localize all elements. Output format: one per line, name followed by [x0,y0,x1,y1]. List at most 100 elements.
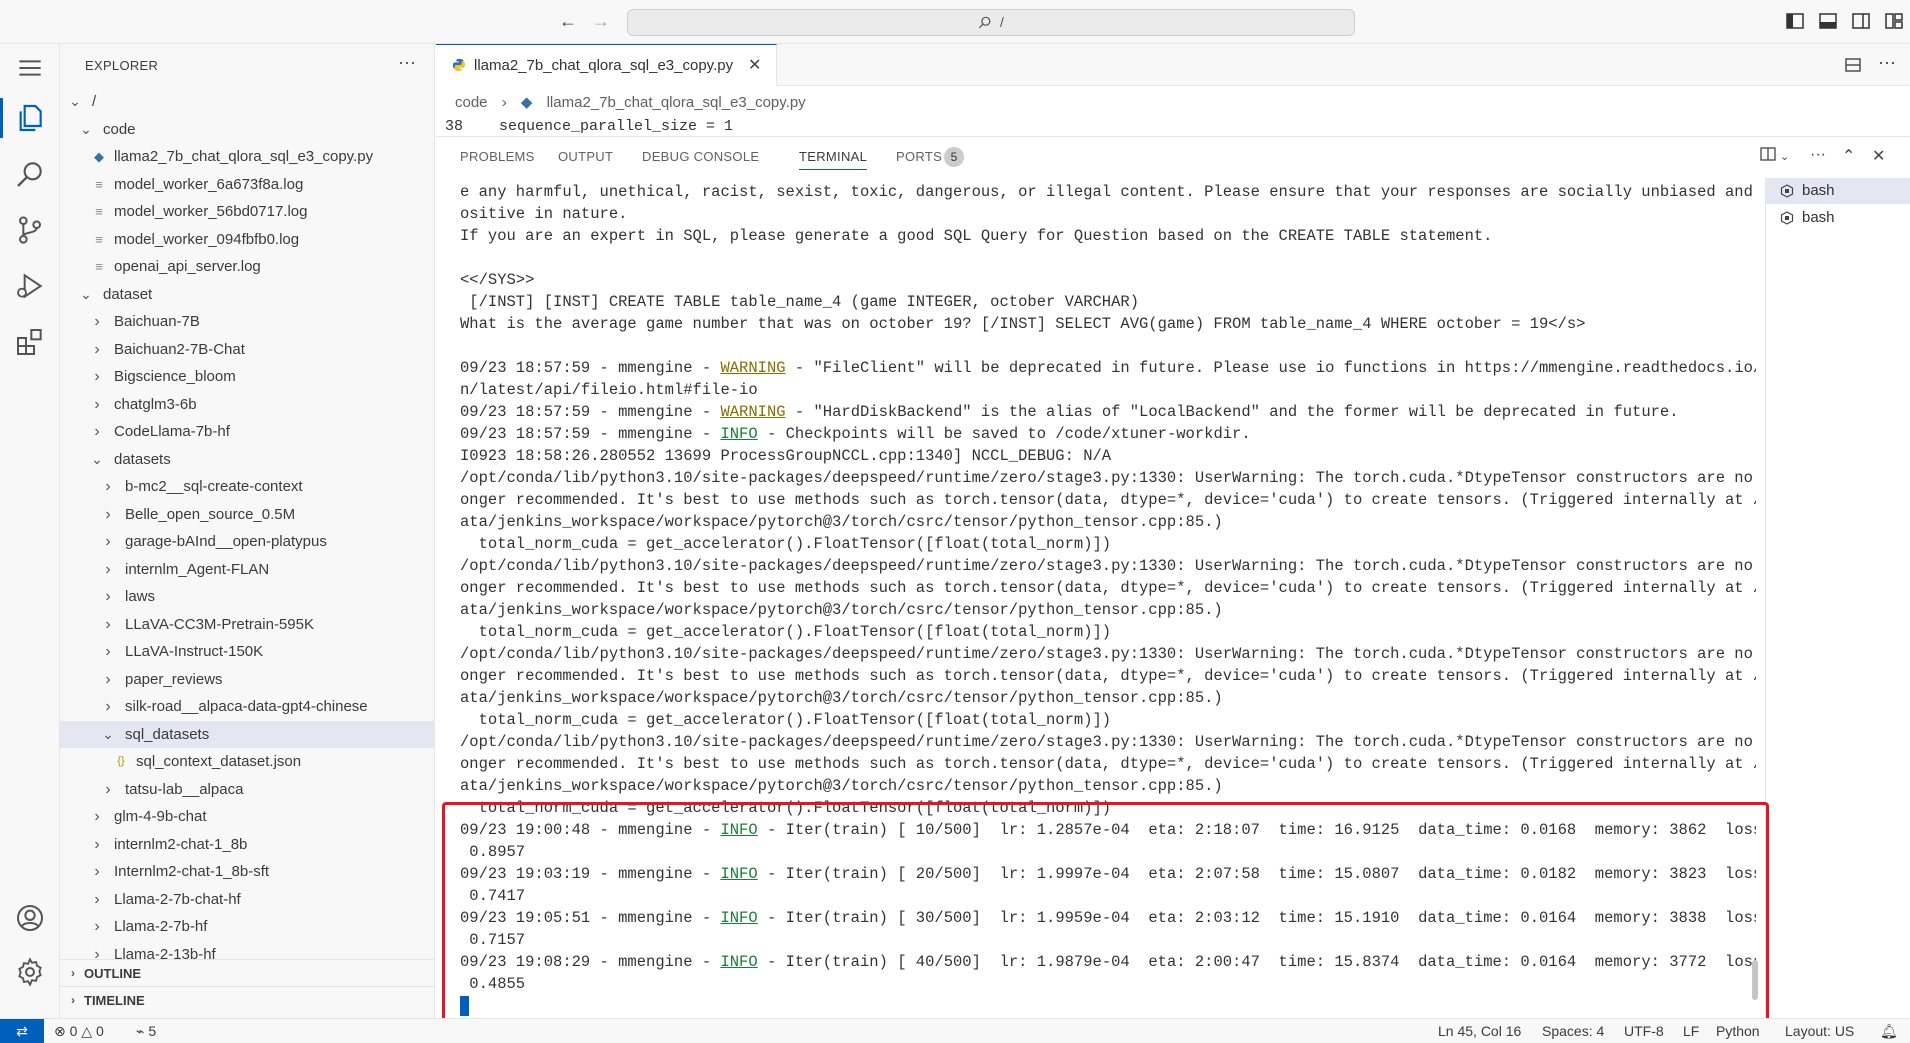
tree-item[interactable]: › Baichuan2-7B-Chat [60,336,434,363]
tab-terminal[interactable]: TERMINAL [799,149,868,170]
terminal-scrollbar[interactable] [1752,960,1758,1000]
tree-item[interactable]: › Llama-2-7b-chat-hf [60,886,434,913]
terminal-bash-icon [1780,184,1794,198]
tree-item[interactable]: › internlm2-chat-1_8b [60,831,434,858]
accounts-icon[interactable] [0,894,60,942]
run-debug-icon[interactable] [0,262,60,310]
bottom-panel: PROBLEMS OUTPUT DEBUG CONSOLE TERMINAL P… [436,136,1910,1018]
tree-item[interactable]: › chatglm3-6b [60,391,434,418]
cursor-position[interactable]: Ln 45, Col 16 [1438,1023,1521,1039]
tree-item[interactable]: › b-mc2__sql-create-context [60,473,434,500]
toggle-secondary-sidebar-icon[interactable] [1851,11,1871,31]
terminal-output[interactable]: e any harmful, unethical, racist, sexist… [460,181,1756,1021]
chevron-right-icon: › [94,423,100,440]
tree-item[interactable]: › internlm_Agent-FLAN [60,556,434,583]
tree-item[interactable]: ⌄ sql_datasets [60,720,434,748]
log-level: INFO [720,865,758,883]
log-level: WARNING [720,359,786,377]
chevron-right-icon: › [501,94,507,111]
ports-status[interactable]: ⌁ 5 [136,1023,156,1040]
tree-item[interactable]: › LLaVA-Instruct-150K [60,638,434,665]
terminal-item-2[interactable]: bash [1766,205,1910,231]
settings-gear-icon[interactable] [0,948,60,996]
tab-ports[interactable]: PORTS [896,149,942,164]
end-of-line[interactable]: LF [1683,1023,1699,1039]
tree-item[interactable]: › laws [60,583,434,610]
tree-item-label: Internlm2-chat-1_8b-sft [114,863,270,880]
tree-item-label: CodeLlama-7b-hf [114,423,230,440]
tree-item[interactable]: ≡ openai_api_server.log [60,253,434,280]
terminal-line: <</SYS>> [460,271,535,289]
chevron-right-icon: › [105,670,111,688]
customize-layout-icon[interactable] [1884,11,1904,31]
terminal-line: ata/jenkins_workspace/workspace/pytorch@… [460,601,1223,619]
tree-item[interactable]: › Bigscience_bloom [60,363,434,390]
chevron-down-icon[interactable]: ⌄ [1780,150,1789,163]
tab-problems[interactable]: PROBLEMS [460,149,535,164]
tab-debug-console[interactable]: DEBUG CONSOLE [642,149,759,164]
tree-item[interactable]: ⌄ dataset [60,281,434,308]
command-center-search[interactable]: / [627,9,1355,36]
toggle-primary-sidebar-icon[interactable] [1785,11,1805,31]
maximize-panel-icon[interactable]: ⌃ [1842,146,1855,166]
explorer-icon[interactable] [0,94,60,142]
tree-item[interactable]: ≡ model_worker_6a673f8a.log [60,171,434,198]
python-file-icon [452,58,466,72]
tree-item[interactable]: ≡ model_worker_56bd0717.log [60,198,434,225]
tree-item[interactable]: ⌄ datasets [60,446,434,473]
tree-item[interactable]: ⌄ / [60,88,434,115]
tree-item[interactable]: {} sql_context_dataset.json [60,748,434,775]
panel-more-icon[interactable]: ··· [1810,146,1826,164]
terminal-line: 0.8957 [460,843,526,861]
back-arrow-icon[interactable]: ← [557,10,579,32]
tree-item[interactable]: ⌄ code [60,116,434,143]
tree-item[interactable]: ◆ llama2_7b_chat_qlora_sql_e3_copy.py [60,143,434,170]
tree-item[interactable]: › glm-4-9b-chat [60,803,434,830]
search-icon[interactable] [0,150,60,198]
tree-item-label: model_worker_094fbfb0.log [114,230,300,248]
close-icon[interactable]: ✕ [748,55,761,75]
tree-item[interactable]: › paper_reviews [60,666,434,693]
keyboard-layout[interactable]: Layout: US [1785,1023,1854,1039]
editor-code-line[interactable]: 38 sequence_parallel_size = 1 [436,118,1910,134]
split-editor-icon[interactable] [1844,56,1862,74]
error-count: 0 [69,1023,78,1039]
encoding[interactable]: UTF-8 [1624,1023,1664,1039]
extensions-icon[interactable] [0,318,60,366]
tree-item[interactable]: › silk-road__alpaca-data-gpt4-chinese [60,693,434,720]
tree-item[interactable]: › Belle_open_source_0.5M [60,501,434,528]
search-icon [978,16,991,29]
tree-item[interactable]: › CodeLlama-7b-hf [60,418,434,445]
chevron-right-icon: › [94,368,100,385]
indentation[interactable]: Spaces: 4 [1542,1023,1604,1039]
breadcrumb-file[interactable]: llama2_7b_chat_qlora_sql_e3_copy.py [547,94,806,111]
tree-item[interactable]: › Llama-2-7b-hf [60,913,434,940]
tree-item[interactable]: › garage-bAInd__open-platypus [60,528,434,555]
tree-item[interactable]: › tatsu-lab__alpaca [60,776,434,803]
problems-status[interactable]: ⊗ 0 △ 0 [54,1023,104,1040]
tree-item-label: internlm_Agent-FLAN [125,560,270,578]
source-control-icon[interactable] [0,206,60,254]
editor-tab-active[interactable]: llama2_7b_chat_qlora_sql_e3_copy.py ✕ [436,44,777,86]
tree-item[interactable]: ≡ model_worker_094fbfb0.log [60,226,434,253]
more-actions-icon[interactable]: ··· [398,52,416,73]
tab-label: llama2_7b_chat_qlora_sql_e3_copy.py [474,57,734,74]
breadcrumb-folder[interactable]: code [455,94,488,111]
python-file-icon: ◆ [520,94,533,111]
timeline-section[interactable]: › TIMELINE [60,986,434,1013]
notifications-bell-icon[interactable]: 🔔︎ [1880,1023,1898,1040]
editor-more-actions-icon[interactable]: ··· [1878,52,1896,73]
split-terminal-icon[interactable] [1760,146,1776,167]
close-panel-icon[interactable]: ✕ [1872,146,1885,166]
tree-item[interactable]: › Internlm2-chat-1_8b-sft [60,858,434,885]
terminal-item-1[interactable]: bash [1766,178,1910,204]
menu-icon[interactable] [0,44,60,92]
tab-output[interactable]: OUTPUT [558,149,613,164]
forward-arrow-icon[interactable]: → [590,10,612,32]
language-mode[interactable]: Python [1716,1023,1760,1039]
toggle-panel-icon[interactable] [1818,11,1838,31]
outline-section[interactable]: › OUTLINE [60,959,434,986]
tree-item[interactable]: › Baichuan-7B [60,308,434,335]
tree-item[interactable]: › LLaVA-CC3M-Pretrain-595K [60,611,434,638]
remote-indicator-icon[interactable]: ⇄ [0,1019,44,1043]
